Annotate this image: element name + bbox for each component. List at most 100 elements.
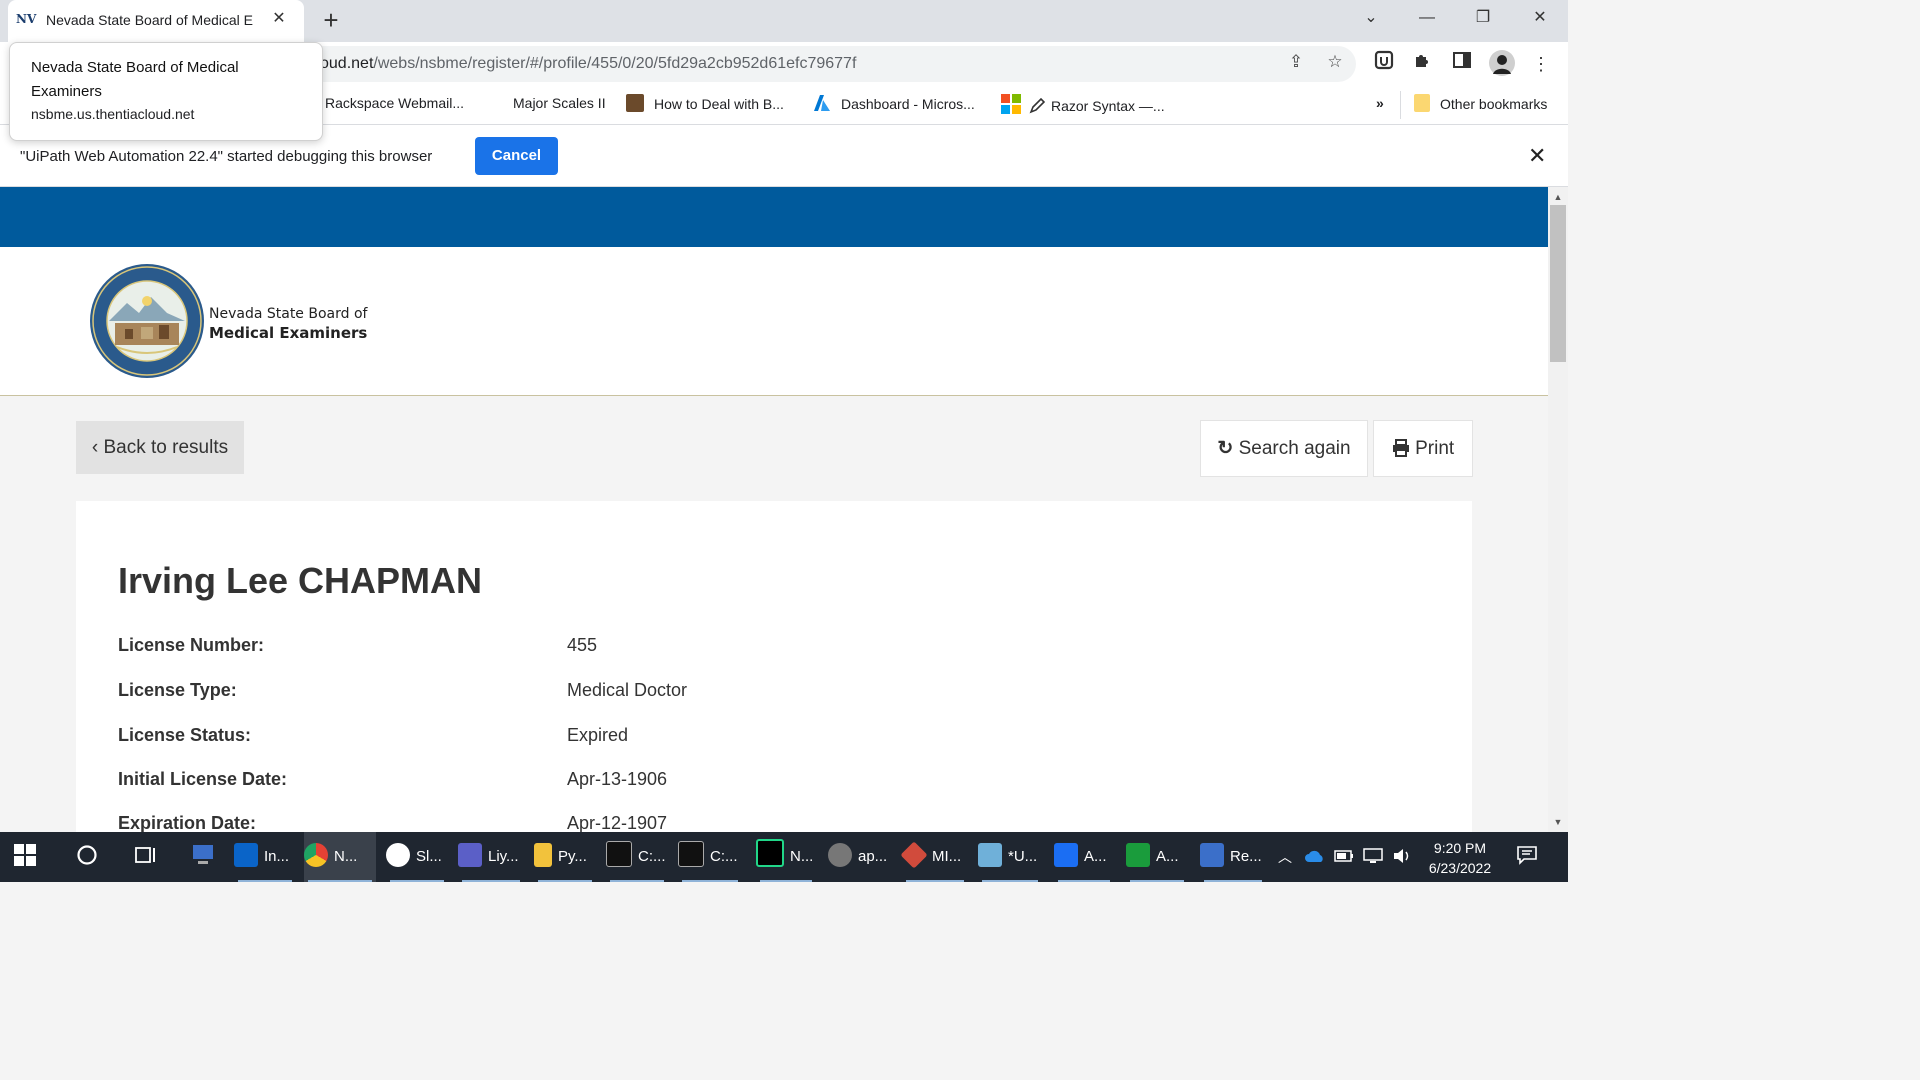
refresh-icon: ↻: [1217, 438, 1234, 459]
license-number-value: 455: [567, 635, 598, 655]
minimize-button[interactable]: —: [1399, 0, 1455, 36]
scroll-up-arrow-icon[interactable]: ▲: [1548, 188, 1568, 206]
taskbar-app-mi[interactable]: MI...: [900, 832, 968, 882]
back-to-results-button[interactable]: ‹ Back to results: [76, 421, 244, 474]
side-panel-icon[interactable]: [1448, 50, 1476, 78]
initial-license-date-label: Initial License Date:: [118, 769, 288, 789]
scrollbar-thumb[interactable]: [1550, 205, 1566, 362]
bookmarks-overflow-chevron[interactable]: »: [1376, 94, 1384, 112]
terminal-icon: [678, 841, 704, 867]
bookmark-rackspace[interactable]: Rackspace Webmail...: [325, 94, 464, 112]
infobar-close-icon[interactable]: ✕: [1528, 143, 1546, 169]
bookmark-star-icon[interactable]: ☆: [1322, 52, 1348, 76]
chrome-icon: [304, 843, 328, 867]
close-window-button[interactable]: ✕: [1512, 0, 1568, 36]
expiration-date-value: Apr-12-1907: [567, 813, 668, 833]
system-tray-chevron-up-icon[interactable]: ︿: [1278, 832, 1294, 882]
share-icon[interactable]: ⇪: [1283, 52, 1309, 76]
teams-icon: [458, 843, 482, 867]
taskbar-app-slack[interactable]: Sl...: [386, 832, 448, 882]
bookmarks-divider: [1400, 91, 1401, 119]
network-icon[interactable]: [1362, 832, 1384, 882]
cancel-debugging-button[interactable]: Cancel: [475, 137, 558, 175]
slack-icon: [386, 843, 410, 867]
outlook-icon: [234, 843, 258, 867]
expiration-date-label: Expiration Date:: [118, 813, 257, 833]
new-tab-button[interactable]: +: [318, 6, 344, 34]
other-bookmarks[interactable]: Other bookmarks: [1414, 94, 1547, 113]
taskbar-app-outlook[interactable]: In...: [234, 832, 296, 882]
terminal-icon: [606, 841, 632, 867]
bookmark-major-scales[interactable]: Major Scales II: [513, 94, 606, 112]
hover-card-url: nsbme.us.thentiacloud.net: [31, 106, 195, 122]
taskbar-app-settings[interactable]: ap...: [828, 832, 892, 882]
taskbar-app-sharepoint[interactable]: A...: [1054, 832, 1114, 882]
bookmark-how-to-deal[interactable]: How to Deal with B...: [626, 94, 784, 113]
tab-close-icon[interactable]: ✕: [268, 8, 290, 32]
brand-line-1: Nevada State Board of: [209, 306, 368, 322]
onedrive-icon[interactable]: [1304, 832, 1326, 882]
taskbar-app-player[interactable]: A...: [1126, 832, 1188, 882]
taskbar-app-remote-desktop[interactable]: Re...: [1200, 832, 1266, 882]
license-type-label: License Type:: [118, 680, 237, 700]
profile-name: Irving Lee CHAPMAN: [118, 560, 483, 601]
profile-avatar[interactable]: [1488, 50, 1516, 78]
taskbar-clock[interactable]: 9:20 PM 6/23/2022: [1420, 838, 1500, 878]
chevron-left-icon: ‹: [91, 437, 104, 458]
folder-icon: [1414, 94, 1430, 112]
taskbar-app-cmd-2[interactable]: C:...: [678, 832, 742, 882]
infobar-message: "UiPath Web Automation 22.4" started deb…: [20, 148, 433, 165]
cortana-search-icon[interactable]: [76, 832, 100, 882]
task-view-icon[interactable]: [134, 832, 160, 882]
folder-icon: [534, 843, 552, 867]
bookmark-dashboard[interactable]: Dashboard - Micros...: [813, 94, 975, 113]
print-button[interactable]: Print: [1373, 420, 1473, 477]
taskbar-app-pycharm[interactable]: N...: [756, 832, 816, 882]
notifications-icon[interactable]: [1516, 832, 1540, 882]
book-icon: [626, 94, 644, 112]
license-number-label: License Number:: [118, 635, 265, 655]
taskbar-app-cmd-1[interactable]: C:...: [606, 832, 668, 882]
microsoft-icon: [1001, 94, 1021, 114]
tab-hover-card: Nevada State Board of Medical Examiners …: [9, 42, 323, 141]
taskbar-app-teams[interactable]: Liy...: [458, 832, 524, 882]
taskbar-app-notepad[interactable]: *U...: [978, 832, 1042, 882]
scroll-down-arrow-icon[interactable]: ▼: [1548, 813, 1568, 831]
search-again-button[interactable]: ↻ Search again: [1200, 420, 1368, 477]
pycharm-icon: [756, 839, 784, 867]
license-status-value: Expired: [567, 725, 629, 745]
clock-time: 9:20 PM: [1433, 840, 1487, 856]
tab-title[interactable]: Nevada State Board of Medical E: [46, 12, 256, 28]
license-type-value: Medical Doctor: [567, 680, 688, 700]
site-top-band: [0, 187, 1548, 247]
taskbar-app-chrome[interactable]: N...: [304, 832, 376, 882]
profile-card: [76, 501, 1472, 841]
nevada-state-seal-logo[interactable]: [89, 263, 205, 379]
taskbar-app-explorer[interactable]: Py...: [534, 832, 596, 882]
browser-menu-icon[interactable]: ⋮: [1527, 50, 1555, 78]
uipath-extension-icon[interactable]: [1370, 50, 1398, 78]
windows-start-button[interactable]: [14, 832, 44, 882]
clock-date: 6/23/2022: [1428, 860, 1492, 876]
restore-button[interactable]: ❐: [1455, 0, 1511, 36]
hover-card-title: Nevada State Board of Medical Examiners: [31, 59, 239, 100]
volume-icon[interactable]: [1392, 832, 1412, 882]
brand-line-2: Medical Examiners: [209, 324, 368, 342]
sharepoint-icon: [1054, 843, 1078, 867]
address-url[interactable]: oud.net/webs/nsbme/register/#/profile/45…: [320, 55, 856, 73]
pencil-icon: [1029, 97, 1046, 116]
extensions-puzzle-icon[interactable]: [1409, 50, 1437, 78]
license-status-label: License Status:: [118, 725, 252, 745]
initial-license-date-value: Apr-13-1906: [567, 769, 668, 789]
printer-icon: [1392, 424, 1410, 479]
notepad-icon: [978, 843, 1002, 867]
azure-icon: [813, 94, 831, 112]
tab-favicon-icon: NV: [16, 12, 37, 26]
diamond-icon: [900, 841, 928, 869]
remote-desktop-pinned-icon[interactable]: [190, 832, 220, 882]
tab-search-icon[interactable]: ⌄: [1343, 0, 1399, 36]
bookmark-razor-syntax[interactable]: Razor Syntax —...: [1001, 94, 1165, 116]
battery-icon[interactable]: [1334, 832, 1354, 882]
gear-icon: [828, 843, 852, 867]
remote-desktop-icon: [1200, 843, 1224, 867]
